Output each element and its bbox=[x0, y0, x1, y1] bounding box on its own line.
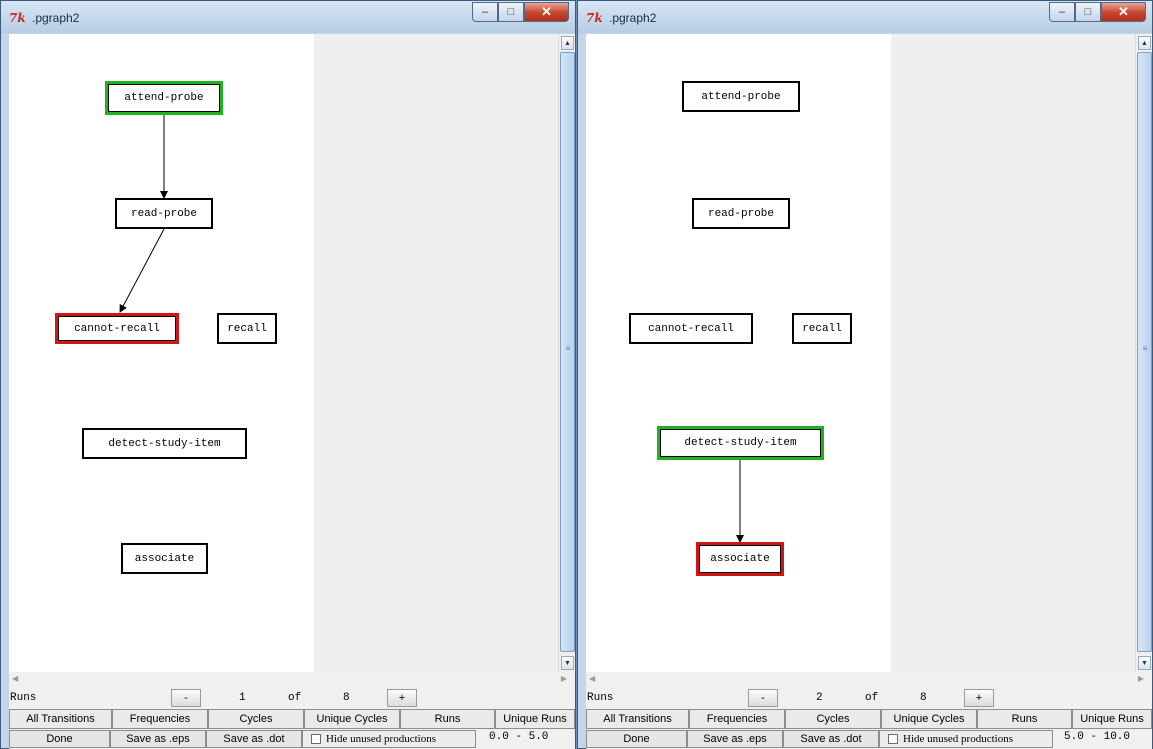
node-recall[interactable]: recall bbox=[792, 313, 852, 344]
runs-navigator: Runs - 1 of 8 + bbox=[9, 688, 575, 709]
grip-icon: ≡ bbox=[1142, 344, 1148, 353]
close-icon[interactable]: ✕ bbox=[524, 2, 569, 22]
node-associate[interactable]: associate bbox=[696, 542, 784, 576]
tab-unique-cycles[interactable]: Unique Cycles bbox=[881, 709, 977, 729]
scroll-down-arrow-icon[interactable]: ▼ bbox=[1138, 656, 1151, 670]
next-run-button[interactable]: + bbox=[387, 689, 417, 707]
current-run-number: 2 bbox=[816, 692, 823, 704]
scroll-right-arrow-icon[interactable]: ▶ bbox=[561, 674, 567, 683]
checkbox-icon[interactable] bbox=[311, 734, 321, 744]
tab-cycles[interactable]: Cycles bbox=[785, 709, 881, 729]
current-run-number: 1 bbox=[239, 692, 246, 704]
previous-run-button[interactable]: - bbox=[748, 689, 778, 707]
of-label: of bbox=[288, 692, 302, 704]
tab-runs[interactable]: Runs bbox=[400, 709, 495, 729]
scroll-up-arrow-icon[interactable]: ▲ bbox=[1138, 36, 1151, 50]
close-icon[interactable]: ✕ bbox=[1101, 2, 1146, 22]
scroll-left-arrow-icon[interactable]: ◀ bbox=[589, 674, 595, 683]
save-dot-button[interactable]: Save as .dot bbox=[783, 730, 879, 748]
node-attend-probe[interactable]: attend-probe bbox=[682, 81, 800, 112]
next-run-button[interactable]: + bbox=[964, 689, 994, 707]
pgraph-window-1: 7k .pgraph2 – □ ✕ attend-probe read-prob… bbox=[0, 0, 576, 749]
runs-label: Runs bbox=[10, 692, 37, 704]
pgraph-window-2: 7k .pgraph2 – □ ✕ attend-probe read-prob… bbox=[577, 0, 1153, 749]
minimize-icon[interactable]: – bbox=[472, 2, 498, 22]
tab-unique-runs[interactable]: Unique Runs bbox=[495, 709, 575, 729]
bottom-actions: Done Save as .eps Save as .dot Hide unus… bbox=[586, 729, 1152, 749]
done-button[interactable]: Done bbox=[9, 730, 110, 748]
total-runs: 8 bbox=[920, 692, 927, 704]
tk-feather-icon: 7k bbox=[9, 11, 26, 25]
save-eps-button[interactable]: Save as .eps bbox=[687, 730, 783, 748]
scroll-thumb[interactable]: ≡ bbox=[1137, 52, 1152, 652]
runs-navigator: Runs - 2 of 8 + bbox=[586, 688, 1152, 709]
tab-all-transitions[interactable]: All Transitions bbox=[9, 709, 112, 729]
window-controls: – □ ✕ bbox=[472, 2, 569, 22]
hide-unused-label: Hide unused productions bbox=[326, 733, 436, 745]
save-dot-button[interactable]: Save as .dot bbox=[206, 730, 302, 748]
scroll-left-arrow-icon[interactable]: ◀ bbox=[12, 674, 18, 683]
horizontal-scrollbar[interactable]: ◀ ▶ bbox=[586, 672, 1152, 688]
of-label: of bbox=[865, 692, 879, 704]
vertical-scrollbar[interactable]: ▲ ≡ ▼ bbox=[1135, 34, 1152, 672]
minimize-icon[interactable]: – bbox=[1049, 2, 1075, 22]
hide-unused-checkbox[interactable]: Hide unused productions bbox=[302, 730, 476, 748]
bottom-actions: Done Save as .eps Save as .dot Hide unus… bbox=[9, 729, 575, 749]
tab-unique-runs[interactable]: Unique Runs bbox=[1072, 709, 1152, 729]
maximize-icon[interactable]: □ bbox=[1075, 2, 1101, 22]
scroll-up-arrow-icon[interactable]: ▲ bbox=[561, 36, 574, 50]
node-recall[interactable]: recall bbox=[217, 313, 277, 344]
node-attend-probe[interactable]: attend-probe bbox=[105, 81, 223, 115]
title-bar[interactable]: 7k .pgraph2 – □ ✕ bbox=[578, 1, 1152, 33]
graph-canvas[interactable]: attend-probe read-probe cannot-recall re… bbox=[586, 34, 1135, 672]
tab-unique-cycles[interactable]: Unique Cycles bbox=[304, 709, 400, 729]
node-read-probe[interactable]: read-probe bbox=[115, 198, 213, 229]
graph-edges bbox=[119, 115, 168, 313]
scroll-right-arrow-icon[interactable]: ▶ bbox=[1138, 674, 1144, 683]
done-button[interactable]: Done bbox=[586, 730, 687, 748]
node-detect-study-item[interactable]: detect-study-item bbox=[82, 428, 247, 459]
window-controls: – □ ✕ bbox=[1049, 2, 1146, 22]
time-range: 5.0 - 10.0 bbox=[1064, 731, 1131, 743]
vertical-scrollbar[interactable]: ▲ ≡ ▼ bbox=[558, 34, 575, 672]
tk-feather-icon: 7k bbox=[586, 11, 603, 25]
total-runs: 8 bbox=[343, 692, 350, 704]
node-associate[interactable]: associate bbox=[121, 543, 208, 574]
maximize-icon[interactable]: □ bbox=[498, 2, 524, 22]
time-range: 0.0 - 5.0 bbox=[489, 731, 549, 743]
tab-frequencies[interactable]: Frequencies bbox=[689, 709, 785, 729]
tab-all-transitions[interactable]: All Transitions bbox=[586, 709, 689, 729]
save-eps-button[interactable]: Save as .eps bbox=[110, 730, 206, 748]
node-detect-study-item[interactable]: detect-study-item bbox=[657, 426, 824, 460]
view-tabs: All Transitions Frequencies Cycles Uniqu… bbox=[586, 709, 1152, 729]
title-bar[interactable]: 7k .pgraph2 – □ ✕ bbox=[1, 1, 575, 33]
node-read-probe[interactable]: read-probe bbox=[692, 198, 790, 229]
node-cannot-recall[interactable]: cannot-recall bbox=[629, 313, 753, 344]
hide-unused-label: Hide unused productions bbox=[903, 733, 1013, 745]
checkbox-icon[interactable] bbox=[888, 734, 898, 744]
edge-read-probe-to-cannot-recall bbox=[119, 228, 165, 313]
view-tabs: All Transitions Frequencies Cycles Uniqu… bbox=[9, 709, 575, 729]
tab-frequencies[interactable]: Frequencies bbox=[112, 709, 208, 729]
graph-edges bbox=[736, 460, 744, 543]
previous-run-button[interactable]: - bbox=[171, 689, 201, 707]
runs-label: Runs bbox=[587, 692, 614, 704]
node-cannot-recall[interactable]: cannot-recall bbox=[55, 313, 179, 344]
tab-runs[interactable]: Runs bbox=[977, 709, 1072, 729]
window-title: .pgraph2 bbox=[609, 11, 657, 25]
graph-canvas[interactable]: attend-probe read-probe cannot-recall re… bbox=[9, 34, 558, 672]
tab-cycles[interactable]: Cycles bbox=[208, 709, 304, 729]
grip-icon: ≡ bbox=[565, 344, 571, 353]
scroll-down-arrow-icon[interactable]: ▼ bbox=[561, 656, 574, 670]
hide-unused-checkbox[interactable]: Hide unused productions bbox=[879, 730, 1053, 748]
scroll-thumb[interactable]: ≡ bbox=[560, 52, 575, 652]
window-title: .pgraph2 bbox=[32, 11, 80, 25]
horizontal-scrollbar[interactable]: ◀ ▶ bbox=[9, 672, 575, 688]
